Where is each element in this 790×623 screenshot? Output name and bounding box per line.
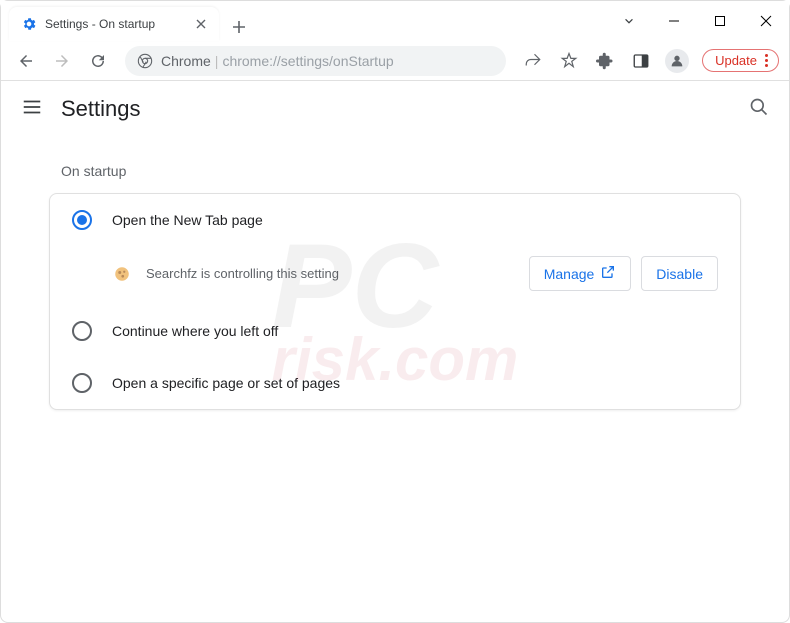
- settings-header: Settings: [1, 81, 789, 137]
- forward-button[interactable]: [47, 46, 77, 76]
- profile-button[interactable]: [662, 46, 692, 76]
- radio-label: Continue where you left off: [112, 323, 278, 339]
- radio-option-new-tab[interactable]: Open the New Tab page: [50, 194, 740, 246]
- titlebar: Settings - On startup: [1, 1, 789, 41]
- sidepanel-icon[interactable]: [626, 46, 656, 76]
- reload-button[interactable]: [83, 46, 113, 76]
- extension-notice-text: Searchfz is controlling this setting: [146, 266, 515, 281]
- manage-button[interactable]: Manage: [529, 256, 632, 291]
- toolbar: Chrome|chrome://settings/onStartup Updat…: [1, 41, 789, 81]
- content: On startup Open the New Tab page Searchf…: [1, 137, 789, 422]
- disable-button[interactable]: Disable: [641, 256, 718, 291]
- extension-badge-icon: [112, 264, 132, 284]
- omnibox[interactable]: Chrome|chrome://settings/onStartup: [125, 46, 506, 76]
- minimize-button[interactable]: [651, 1, 697, 41]
- update-label: Update: [715, 53, 757, 68]
- tab-title: Settings - On startup: [45, 17, 185, 31]
- section-label: On startup: [61, 163, 729, 179]
- radio-unselected-icon[interactable]: [72, 321, 92, 341]
- new-tab-button[interactable]: [225, 13, 253, 41]
- page-title: Settings: [61, 96, 141, 122]
- radio-label: Open a specific page or set of pages: [112, 375, 340, 391]
- external-link-icon: [600, 264, 616, 283]
- search-icon[interactable]: [749, 97, 769, 122]
- extensions-icon[interactable]: [590, 46, 620, 76]
- omnibox-text: Chrome|chrome://settings/onStartup: [161, 53, 394, 69]
- bookmark-icon[interactable]: [554, 46, 584, 76]
- omnibox-path: chrome://settings/onStartup: [222, 53, 393, 69]
- disable-label: Disable: [656, 266, 703, 282]
- extension-control-notice: Searchfz is controlling this setting Man…: [50, 246, 740, 305]
- update-button[interactable]: Update: [702, 49, 779, 72]
- browser-tab[interactable]: Settings - On startup: [9, 7, 219, 41]
- maximize-button[interactable]: [697, 1, 743, 41]
- share-icon[interactable]: [518, 46, 548, 76]
- window-controls: [607, 1, 789, 41]
- omnibox-origin: Chrome: [161, 53, 211, 69]
- radio-selected-icon[interactable]: [72, 210, 92, 230]
- back-button[interactable]: [11, 46, 41, 76]
- radio-option-specific-pages[interactable]: Open a specific page or set of pages: [50, 357, 740, 409]
- close-window-button[interactable]: [743, 1, 789, 41]
- chrome-icon: [137, 53, 153, 69]
- menu-dots-icon: [765, 54, 768, 67]
- chevron-down-icon[interactable]: [607, 1, 651, 41]
- startup-options-card: Open the New Tab page Searchfz is contro…: [49, 193, 741, 410]
- avatar-icon: [665, 49, 689, 73]
- close-tab-icon[interactable]: [193, 16, 209, 32]
- gear-icon: [21, 16, 37, 32]
- radio-label: Open the New Tab page: [112, 212, 263, 228]
- manage-label: Manage: [544, 266, 595, 282]
- menu-icon[interactable]: [21, 96, 43, 123]
- radio-unselected-icon[interactable]: [72, 373, 92, 393]
- radio-option-continue[interactable]: Continue where you left off: [50, 305, 740, 357]
